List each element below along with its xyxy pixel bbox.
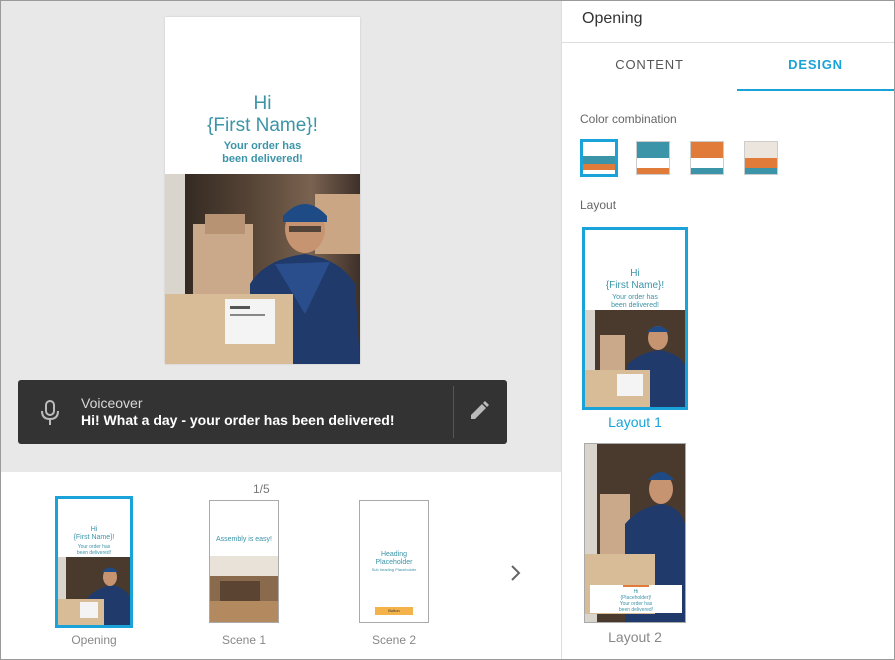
layout-option-1[interactable]: Hi {First Name}! Your order has been del…: [582, 227, 688, 410]
story-text-block: Hi {First Name}! Your order has been del…: [165, 17, 360, 174]
scene-label-scene-1: Scene 1: [221, 633, 267, 647]
tab-content[interactable]: CONTENT: [562, 57, 737, 72]
story-preview: Hi {First Name}! Your order has been del…: [165, 17, 360, 364]
active-tab-indicator: [737, 89, 894, 91]
voiceover-bar: Voiceover Hi! What a day - your order ha…: [18, 380, 507, 444]
voiceover-title: Voiceover: [81, 395, 143, 411]
chevron-right-icon[interactable]: [508, 564, 524, 582]
scene-label-opening: Opening: [71, 633, 117, 647]
scene-1-thumb-image: [210, 556, 278, 622]
story-first-name: {First Name}!: [207, 115, 318, 136]
panel-divider: [562, 42, 894, 43]
microphone-icon[interactable]: [40, 400, 60, 426]
opening-thumb-image: [58, 557, 130, 625]
color-swatch-1[interactable]: [580, 139, 618, 177]
panel-title: Opening: [582, 10, 643, 27]
scene-strip: 1/5 Hi {First Name}! Your order has been…: [1, 472, 561, 659]
delivery-man-image: [165, 174, 360, 364]
scene-thumb-scene-1[interactable]: Assembly is easy!: [209, 500, 279, 623]
app-window: Hi {First Name}! Your order has been del…: [0, 0, 895, 660]
color-swatch-4[interactable]: [744, 141, 778, 175]
layout-section-label: Layout: [580, 198, 617, 212]
edit-pencil-icon[interactable]: [469, 401, 489, 421]
layout-2-label: Layout 2: [608, 629, 662, 645]
color-swatch-3[interactable]: [690, 141, 724, 175]
color-swatch-2[interactable]: [636, 141, 670, 175]
voiceover-text[interactable]: Hi! What a day - your order has been del…: [81, 412, 395, 428]
tab-design[interactable]: DESIGN: [737, 57, 894, 72]
scene-counter: 1/5: [253, 482, 270, 496]
story-subtitle: Your order has been delivered!: [222, 140, 303, 165]
scene-thumb-scene-2[interactable]: Heading Placeholder Sub heading Placehol…: [359, 500, 429, 623]
color-combination-label: Color combination: [580, 112, 677, 126]
editor-area: Hi {First Name}! Your order has been del…: [1, 1, 561, 659]
layout-1-label: Layout 1: [608, 414, 662, 430]
delivery-photo: [165, 174, 360, 364]
preview-area: Hi {First Name}! Your order has been del…: [1, 1, 561, 472]
voiceover-divider: [453, 386, 454, 438]
layout-1-image: [585, 310, 685, 407]
properties-panel: Opening CONTENT DESIGN Color combination: [561, 1, 894, 659]
layout-option-2[interactable]: Hi {Placeholder}! Your order has been de…: [584, 443, 686, 623]
scene-thumb-opening[interactable]: Hi {First Name}! Your order has been del…: [55, 496, 133, 628]
scene-label-scene-2: Scene 2: [371, 633, 417, 647]
story-greeting: Hi: [253, 93, 272, 114]
layout-2-text-card: Hi {Placeholder}! Your order has been de…: [590, 585, 682, 613]
